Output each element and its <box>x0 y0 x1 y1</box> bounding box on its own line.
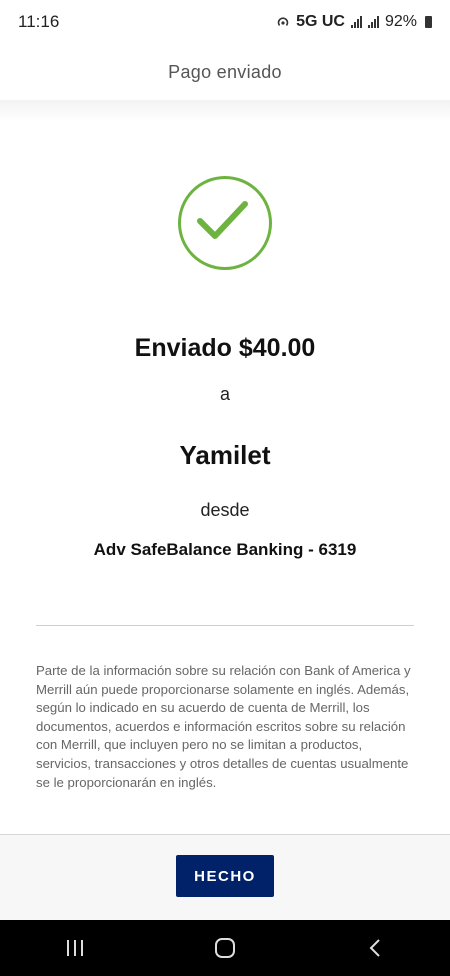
status-icons: 5G UC 92% <box>276 13 432 31</box>
to-label: a <box>219 384 230 404</box>
page-title: Pago enviado <box>168 61 282 82</box>
from-label: desde <box>200 500 250 520</box>
done-button[interactable]: HECHO <box>176 855 274 897</box>
status-time: 11:16 <box>18 12 60 31</box>
network-type: 5G UC <box>296 13 345 30</box>
system-nav-bar <box>0 920 450 976</box>
divider <box>36 625 414 626</box>
battery-icon <box>425 16 432 28</box>
signal-icon <box>367 16 379 28</box>
footer-bar: HECHO <box>0 834 450 921</box>
source-account: Adv SafeBalance Banking - 6319 <box>93 540 357 559</box>
recent-apps-icon[interactable] <box>45 928 105 968</box>
hotspot-icon <box>277 17 289 27</box>
page-header: Pago enviado <box>0 44 450 100</box>
signal-icon <box>350 16 362 28</box>
battery-percent: 92% <box>384 13 417 30</box>
back-icon[interactable] <box>345 928 405 968</box>
header-shadow <box>0 100 450 122</box>
success-check-icon <box>178 176 272 270</box>
recipient-name: Yamilet <box>179 440 271 470</box>
status-bar: 11:16 5G UC 92% <box>0 0 450 44</box>
language-disclaimer: Parte de la información sobre su relació… <box>36 663 411 790</box>
home-icon[interactable] <box>195 928 255 968</box>
sent-amount: Enviado $40.00 <box>134 334 316 362</box>
